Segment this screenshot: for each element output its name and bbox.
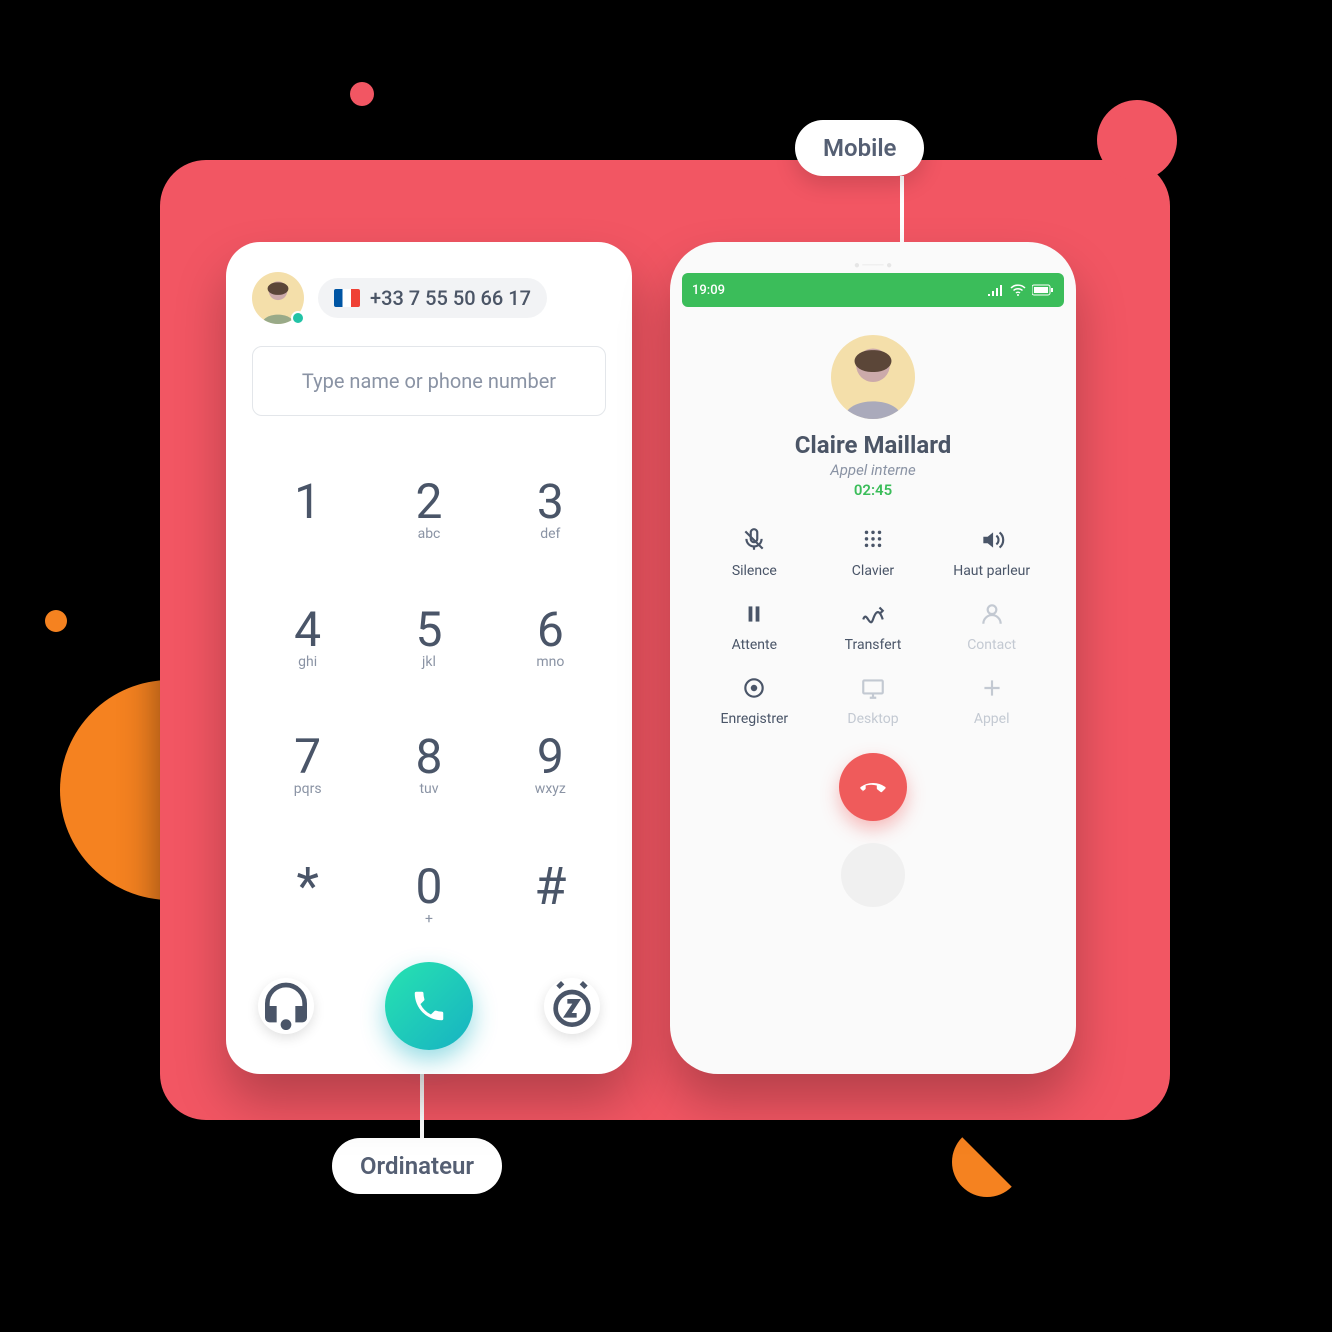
action-speaker[interactable]: Haut parleur [935, 527, 1048, 579]
record-icon [741, 675, 767, 705]
connector-desktop [420, 1072, 424, 1142]
action-mute[interactable]: Silence [698, 527, 811, 579]
hangup-button[interactable] [839, 753, 907, 821]
desktop-icon [860, 675, 886, 705]
action-keypad[interactable]: Clavier [817, 527, 930, 579]
caller-avatar [831, 335, 915, 419]
label-mobile: Mobile [795, 120, 924, 176]
action-label: Transfert [845, 637, 902, 653]
action-desktop: Desktop [817, 675, 930, 727]
action-contact: Contact [935, 601, 1048, 653]
deco-dot-orange [45, 610, 67, 632]
battery-icon [1032, 284, 1054, 296]
phone-speaker-notch: ● ─── ● [682, 254, 1064, 273]
keypad-9[interactable]: 9wxyz [504, 724, 596, 807]
keypad: 1 2abc 3def 4ghi 5jkl 6mno 7pqrs 8tuv 9wxyz * 0+… [252, 450, 606, 958]
action-label: Enregistrer [721, 711, 789, 727]
wifi-icon [1010, 284, 1026, 296]
action-label: Desktop [847, 711, 898, 727]
keypad-7[interactable]: 7pqrs [262, 724, 354, 807]
dial-call-button[interactable] [385, 962, 473, 1050]
hold-icon [741, 601, 767, 631]
action-transfer[interactable]: Transfert [817, 601, 930, 653]
caller-name: Claire Maillard [795, 431, 952, 459]
transfer-icon [860, 601, 886, 631]
call-type: Appel interne [830, 461, 916, 479]
keypad-3[interactable]: 3def [504, 469, 596, 552]
keypad-2[interactable]: 2abc [383, 469, 475, 552]
label-desktop: Ordinateur [332, 1138, 502, 1194]
contact-icon [979, 601, 1005, 631]
keypad-1[interactable]: 1 [262, 469, 354, 552]
action-label: Appel [974, 711, 1010, 727]
speaker-icon [979, 527, 1005, 557]
connector-mobile [900, 176, 904, 246]
action-label: Contact [967, 637, 1016, 653]
action-label: Clavier [852, 563, 894, 579]
search-input[interactable]: Type name or phone number [252, 346, 606, 416]
action-addcall: Appel [935, 675, 1048, 727]
keypad-4[interactable]: 4ghi [262, 597, 354, 680]
dialer-card: +33 7 55 50 66 17 Type name or phone num… [226, 242, 632, 1074]
phone-number-chip[interactable]: +33 7 55 50 66 17 [318, 278, 547, 318]
call-actions: Silence Clavier Haut parleur Attente Transfe… [698, 527, 1048, 727]
deco-orange-wedge [952, 1127, 1022, 1197]
call-duration: 02:45 [854, 481, 892, 499]
action-record[interactable]: Enregistrer [698, 675, 811, 727]
keypad-hash[interactable]: # [504, 852, 596, 939]
headset-button[interactable] [258, 978, 314, 1034]
addcall-icon [979, 675, 1005, 705]
mute-icon [741, 527, 767, 557]
user-avatar[interactable] [252, 272, 304, 324]
status-online-icon [291, 311, 305, 325]
status-bar: 19:09 [682, 273, 1064, 307]
mobile-phone: ● ─── ● 19:09 Claire Maillard Appel inte… [670, 242, 1076, 1074]
phone-number-text: +33 7 55 50 66 17 [370, 286, 531, 310]
keypad-5[interactable]: 5jkl [383, 597, 475, 680]
action-label: Attente [732, 637, 777, 653]
home-button[interactable] [841, 843, 905, 907]
action-hold[interactable]: Attente [698, 601, 811, 653]
keypad-icon [860, 527, 886, 557]
keypad-0[interactable]: 0+ [383, 854, 475, 937]
deco-circle-red [1097, 100, 1177, 180]
deco-dot-pink [350, 82, 374, 106]
keypad-6[interactable]: 6mno [504, 597, 596, 680]
flag-fr-icon [334, 289, 360, 307]
keypad-star[interactable]: * [262, 852, 354, 939]
action-label: Haut parleur [953, 563, 1030, 579]
action-label: Silence [732, 563, 777, 579]
signal-icon [988, 284, 1004, 296]
status-time: 19:09 [692, 283, 725, 298]
keypad-8[interactable]: 8tuv [383, 724, 475, 807]
snooze-button[interactable] [544, 978, 600, 1034]
